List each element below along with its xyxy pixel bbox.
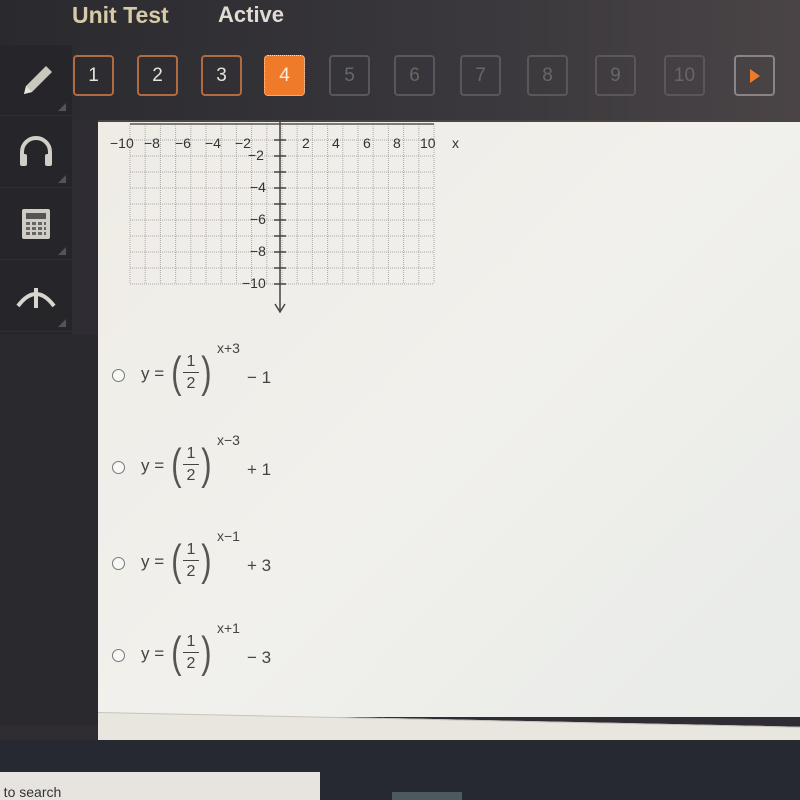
equation-prefix: y = [141, 644, 165, 663]
x-tick-label: 2 [302, 135, 310, 151]
equation: y = ( 12 ) x−3 + 1 [141, 432, 311, 502]
x-tick-label: −10 [110, 135, 134, 151]
right-paren: ) [201, 536, 212, 585]
left-margin [0, 335, 98, 725]
exponent: x−1 [217, 528, 240, 544]
x-tick-label: −6 [175, 135, 191, 151]
denominator: 2 [186, 375, 196, 392]
question-button-4[interactable]: 4 [264, 55, 305, 96]
constant: − 1 [247, 368, 272, 387]
headphones-icon [20, 136, 52, 166]
question-button-1[interactable]: 1 [73, 55, 114, 96]
next-question-button[interactable] [734, 55, 775, 96]
right-paren: ) [201, 440, 212, 489]
denominator: 2 [186, 655, 196, 672]
constant: + 3 [247, 556, 272, 575]
arrow-up-icon [16, 288, 56, 308]
test-title: Unit Test [72, 2, 169, 28]
y-tick-label: −4 [250, 179, 266, 195]
right-paren: ) [201, 628, 212, 677]
radio-button[interactable] [112, 368, 125, 382]
denominator: 2 [186, 467, 196, 484]
calculator-icon [22, 209, 50, 239]
y-tick-label: −2 [248, 147, 264, 163]
calculator-tool-button[interactable] [0, 189, 72, 260]
audio-tool-button[interactable] [0, 117, 72, 188]
x-axis-label: x [452, 135, 459, 151]
x-tick-label: −4 [205, 135, 221, 151]
y-tick-label: −10 [242, 275, 266, 291]
expand-corner-icon [58, 247, 66, 255]
expand-corner-icon [58, 319, 66, 327]
reference-tool-button[interactable] [0, 261, 72, 332]
equation-prefix: y = [141, 456, 165, 475]
fraction: 12 [183, 632, 199, 673]
test-status: Active [218, 2, 285, 27]
answer-choice-1[interactable]: y = ( 12 ) x+3 − 1 [112, 340, 311, 410]
taskbar-search[interactable]: e to search [0, 772, 320, 800]
question-button-8[interactable]: 8 [527, 55, 568, 96]
x-tick-label: 6 [363, 135, 371, 151]
numerator: 1 [186, 445, 196, 462]
x-tick-label: −8 [144, 135, 160, 151]
taskbar-app-icon[interactable] [392, 792, 462, 800]
left-paren: ( [171, 348, 182, 397]
fraction: 12 [183, 444, 199, 485]
left-paren: ( [171, 628, 182, 677]
expand-corner-icon [58, 175, 66, 183]
exponent: x+1 [217, 620, 240, 636]
left-paren: ( [171, 440, 182, 489]
equation: y = ( 12 ) x+3 − 1 [141, 340, 311, 410]
answer-choice-2[interactable]: y = ( 12 ) x−3 + 1 [112, 432, 311, 502]
play-arrow-icon [749, 68, 760, 83]
exponent: x+3 [217, 340, 240, 356]
x-tick-label: 4 [332, 135, 340, 151]
question-button-10[interactable]: 10 [664, 55, 705, 96]
x-tick-label: 10 [420, 135, 436, 151]
pencil-tool-button[interactable] [0, 45, 72, 116]
denominator: 2 [186, 563, 196, 580]
pencil-icon [24, 66, 52, 94]
x-tick-label: 8 [393, 135, 401, 151]
equation: y = ( 12 ) x+1 − 3 [141, 620, 311, 690]
exponent: x−3 [217, 432, 240, 448]
top-bar: Unit Test Active 1 2 3 4 5 6 7 8 9 10 [0, 0, 800, 120]
constant: + 1 [247, 460, 272, 479]
question-button-9[interactable]: 9 [595, 55, 636, 96]
numerator: 1 [186, 633, 196, 650]
fraction: 12 [183, 540, 199, 581]
equation: y = ( 12 ) x−1 + 3 [141, 528, 311, 598]
question-button-5[interactable]: 5 [329, 55, 370, 96]
expand-corner-icon [58, 103, 66, 111]
radio-button[interactable] [112, 556, 125, 570]
coordinate-graph: −10 −8 −6 −4 −2 2 4 6 8 10 x −2 −4 −6 −8… [110, 122, 459, 314]
question-button-2[interactable]: 2 [137, 55, 178, 96]
constant: − 3 [247, 648, 272, 667]
tool-sidebar [0, 45, 72, 335]
question-button-7[interactable]: 7 [460, 55, 501, 96]
equation-prefix: y = [141, 552, 165, 571]
numerator: 1 [186, 541, 196, 558]
equation-prefix: y = [141, 364, 165, 383]
left-paren: ( [171, 536, 182, 585]
answer-choice-3[interactable]: y = ( 12 ) x−1 + 3 [112, 528, 311, 598]
radio-button[interactable] [112, 460, 125, 474]
radio-button[interactable] [112, 648, 125, 662]
right-paren: ) [201, 348, 212, 397]
y-tick-label: −8 [250, 243, 266, 259]
search-placeholder: e to search [0, 784, 62, 800]
question-button-3[interactable]: 3 [201, 55, 242, 96]
numerator: 1 [186, 353, 196, 370]
question-button-6[interactable]: 6 [394, 55, 435, 96]
fraction: 12 [183, 352, 199, 393]
y-tick-label: −6 [250, 211, 266, 227]
answer-choice-4[interactable]: y = ( 12 ) x+1 − 3 [112, 620, 311, 690]
